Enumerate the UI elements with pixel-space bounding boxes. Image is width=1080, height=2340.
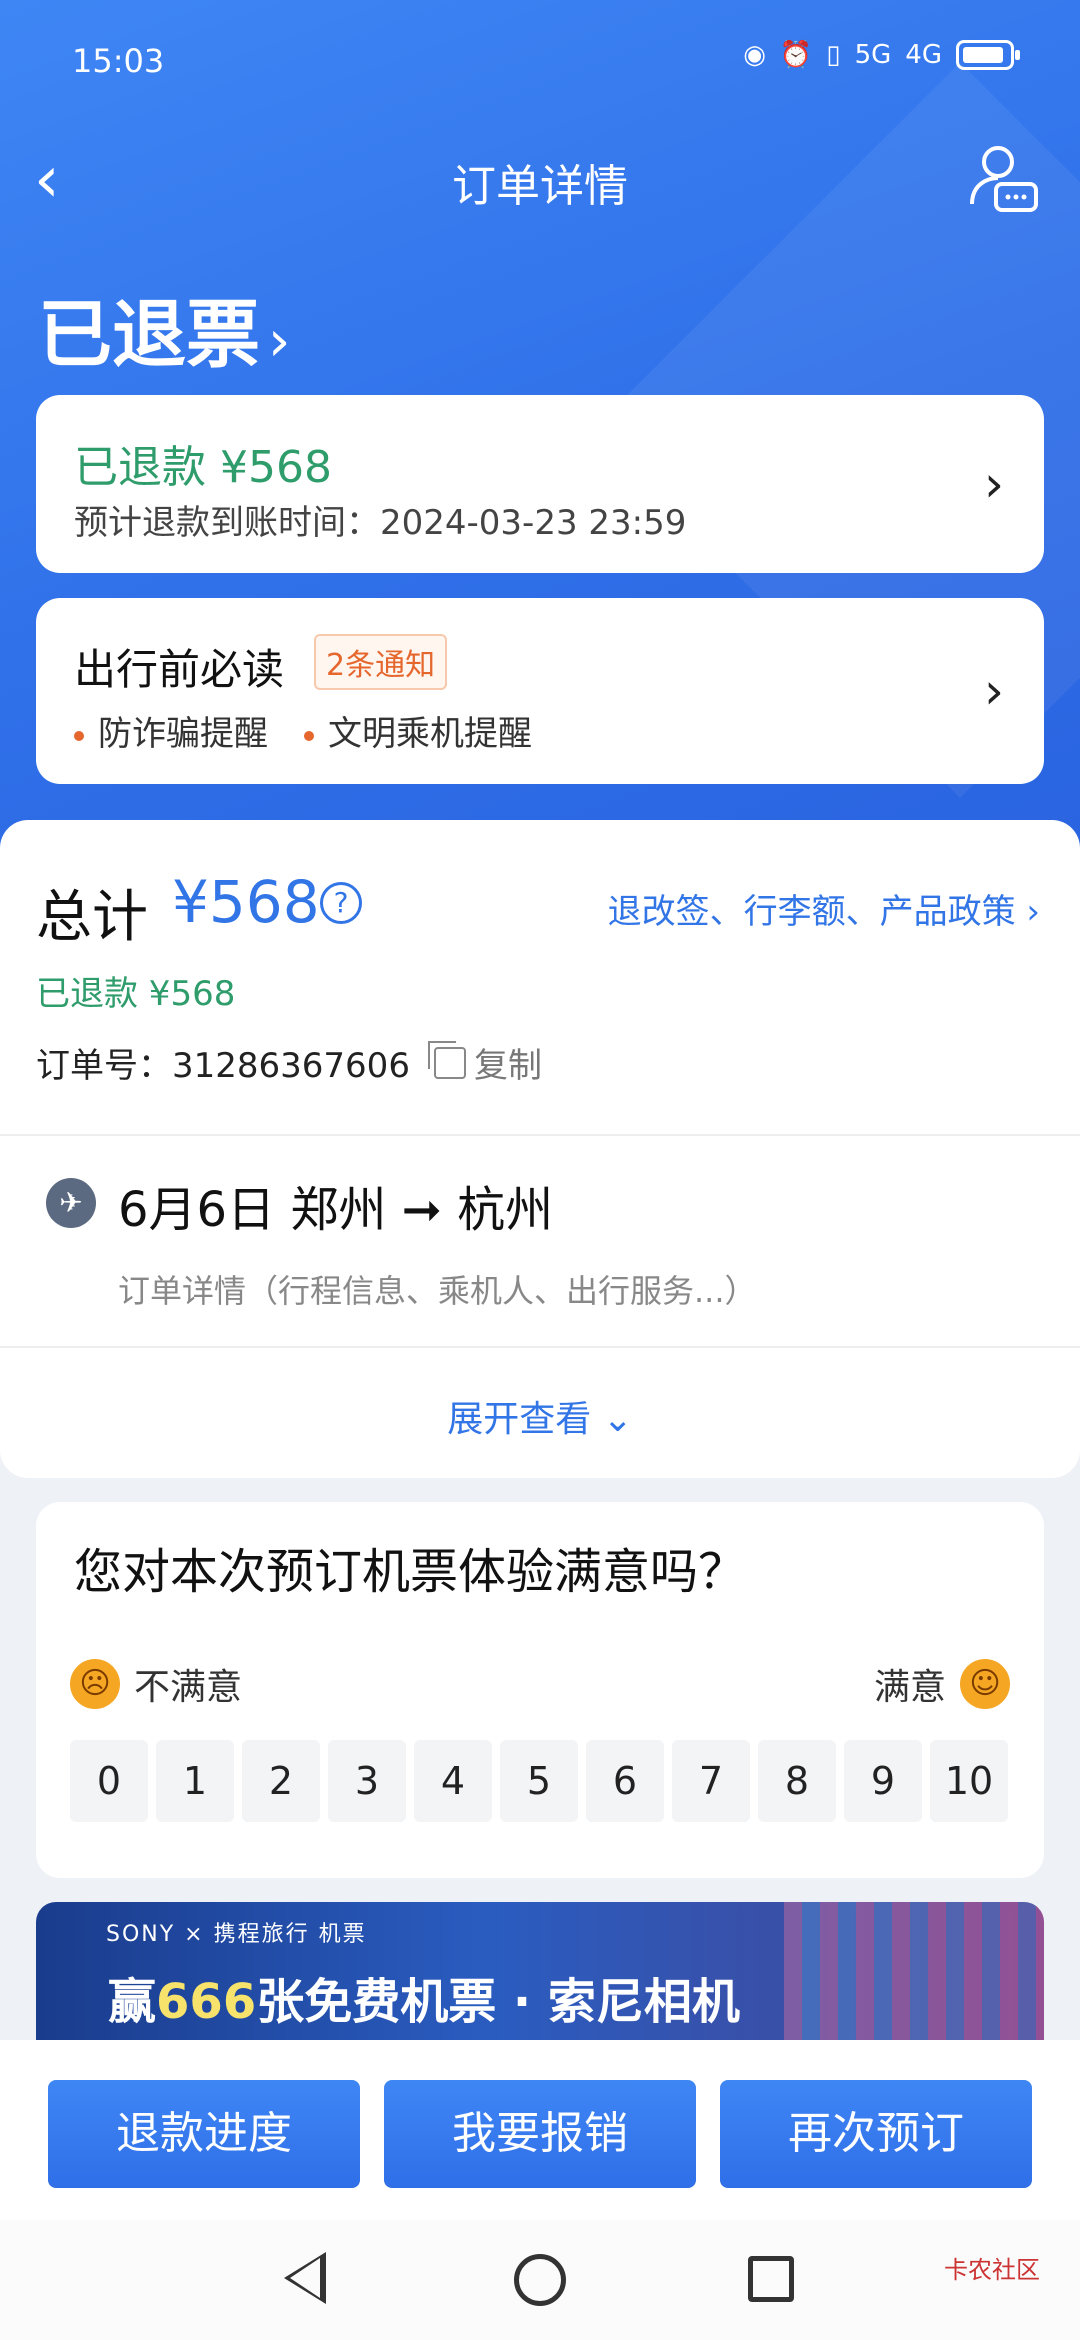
page-title: 订单详情 [452, 161, 628, 212]
notice-item: 文明乘机提醒 [304, 706, 532, 755]
refunded-amount: 已退款 ¥568 [36, 974, 236, 1014]
notice-title: 出行前必读 [74, 645, 285, 694]
policy-link[interactable]: 退改签、行李额、产品政策 › [608, 884, 1040, 933]
score-option[interactable]: 6 [586, 1740, 664, 1822]
action-bar: 退款进度 我要报销 再次预订 [0, 2040, 1080, 2220]
chevron-right-icon: › [984, 455, 1004, 513]
score-option[interactable]: 1 [156, 1740, 234, 1822]
customer-service-icon[interactable] [962, 140, 1042, 220]
vibrate-icon: ▯ [826, 40, 841, 70]
laughing-face-icon: ☺ [960, 1659, 1010, 1709]
navigation-bar: ‹ 订单详情 [0, 130, 1080, 230]
refund-progress-button[interactable]: 退款进度 [48, 2080, 360, 2188]
sad-face-icon: ☹ [70, 1659, 120, 1709]
refund-card[interactable]: 已退款 ¥568 预计退款到账时间：2024-03-23 23:59 › [36, 395, 1044, 573]
signal-icon: 5G [854, 40, 892, 70]
score-option[interactable]: 10 [930, 1740, 1008, 1822]
refund-time: 预计退款到账时间：2024-03-23 23:59 [74, 503, 687, 543]
divider [0, 1346, 1080, 1348]
promo-banner[interactable]: SONY × 携程旅行 机票 赢666张免费机票 · 索尼相机 [36, 1902, 1044, 2042]
chevron-right-icon: › [268, 309, 291, 374]
alarm-icon: ⏰ [779, 40, 813, 70]
score-option[interactable]: 5 [500, 1740, 578, 1822]
eye-icon: ◉ [743, 40, 766, 70]
copy-icon [428, 1040, 466, 1079]
survey-question: 您对本次预订机票体验满意吗？ [74, 1544, 747, 1600]
refund-amount: 已退款 ¥568 [74, 442, 332, 493]
notice-list: 防诈骗提醒 文明乘机提醒 [74, 706, 532, 755]
total-amount: ¥568 [172, 868, 320, 936]
order-number: 订单号：31286367606 [36, 1046, 410, 1086]
watermark: 卡农社区 [944, 2256, 1040, 2284]
unsatisfied-label: ☹ 不满意 [70, 1658, 242, 1710]
score-option[interactable]: 7 [672, 1740, 750, 1822]
banner-partners: SONY × 携程旅行 机票 [106, 1922, 367, 1947]
expand-details-button[interactable]: 展开查看 ⌄ [0, 1390, 1080, 1442]
copy-label: 复制 [474, 1046, 542, 1086]
notice-item: 防诈骗提醒 [74, 706, 268, 755]
banner-cityscape [784, 1902, 1044, 2042]
nav-back-icon[interactable] [284, 2252, 326, 2304]
status-bar: 15:03 ◉ ⏰ ▯ 5G 4G [0, 0, 1080, 120]
total-label: 总计 [36, 885, 148, 950]
copy-button[interactable]: 复制 [428, 1038, 542, 1087]
score-option[interactable]: 0 [70, 1740, 148, 1822]
order-status-label: 已退票 [38, 292, 260, 378]
score-option[interactable]: 9 [844, 1740, 922, 1822]
score-option[interactable]: 2 [242, 1740, 320, 1822]
satisfied-label: 满意 ☺ [874, 1658, 1010, 1710]
help-icon[interactable]: ? [320, 882, 362, 924]
nav-home-icon[interactable] [514, 2254, 566, 2306]
score-option[interactable]: 3 [328, 1740, 406, 1822]
status-icons: ◉ ⏰ ▯ 5G 4G [743, 40, 1020, 70]
battery-icon [956, 40, 1020, 70]
divider [0, 1134, 1080, 1136]
chevron-right-icon: › [984, 662, 1004, 720]
travel-notice-card[interactable]: 出行前必读 2条通知 防诈骗提醒 文明乘机提醒 › [36, 598, 1044, 784]
score-option[interactable]: 4 [414, 1740, 492, 1822]
trip-subtitle[interactable]: 订单详情（行程信息、乘机人、出行服务...） [118, 1266, 757, 1312]
score-option[interactable]: 8 [758, 1740, 836, 1822]
trip-title[interactable]: 6月6日 郑州 ➞ 杭州 [118, 1170, 553, 1240]
notice-badge: 2条通知 [314, 634, 448, 690]
nav-recent-icon[interactable] [748, 2256, 794, 2302]
satisfaction-survey: 您对本次预订机票体验满意吗？ ☹ 不满意 满意 ☺ 0 1 2 3 4 5 6 … [36, 1502, 1044, 1878]
banner-headline: 赢666张免费机票 · 索尼相机 [108, 1974, 740, 2030]
rebook-button[interactable]: 再次预订 [720, 2080, 1032, 2188]
score-options: 0 1 2 3 4 5 6 7 8 9 10 [70, 1740, 1008, 1822]
signal2-icon: 4G [905, 40, 942, 70]
plane-icon: ✈ [46, 1178, 96, 1228]
order-summary-panel: 总计 ¥568 ? 退改签、行李额、产品政策 › 已退款 ¥568 订单号：31… [0, 820, 1080, 1478]
status-time: 15:03 [72, 42, 165, 80]
system-navigation-bar: 卡农社区 [0, 2220, 1080, 2340]
order-status-title[interactable]: 已退票 › [38, 275, 290, 382]
reimburse-button[interactable]: 我要报销 [384, 2080, 696, 2188]
